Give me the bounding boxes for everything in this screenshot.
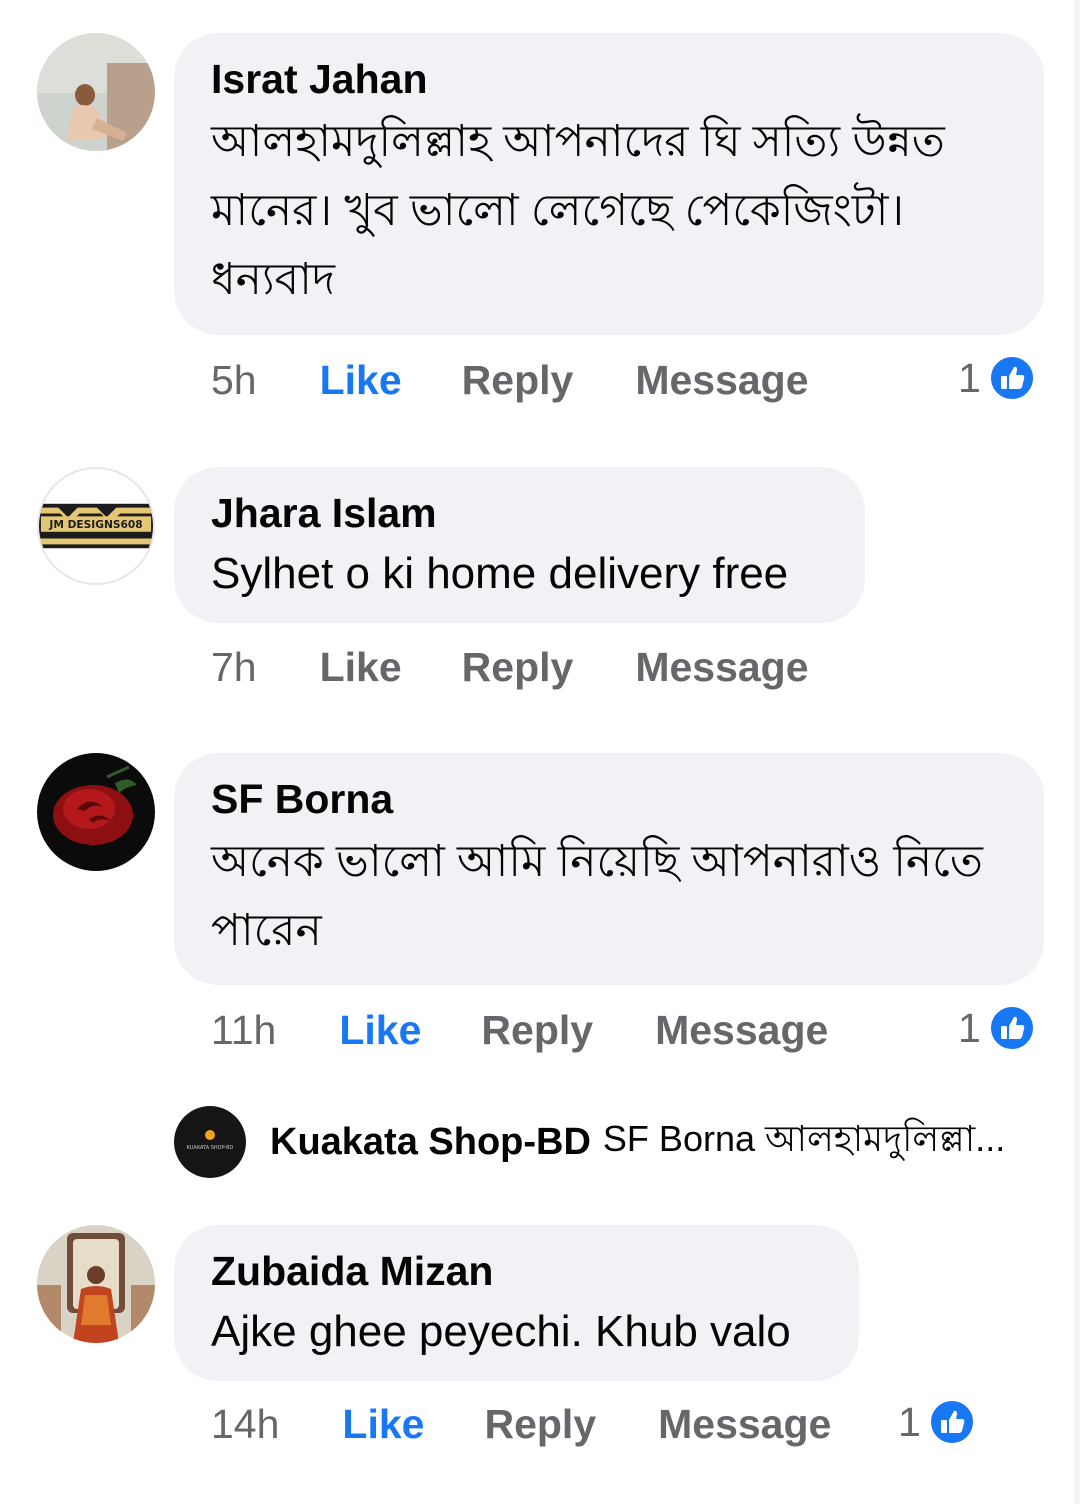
like-button[interactable]: Like [320,644,402,691]
profile-photo-avatar-icon [37,1225,155,1343]
reply-text: SF Borna আলহামদুলিল্লা... [602,1118,1006,1159]
reply-preview[interactable]: KUAKATA SHOP-BD Kuakata Shop-BD SF Borna… [174,1106,1005,1178]
reply-author[interactable]: Kuakata Shop-BD [270,1121,591,1164]
comment-text: আলহামদুলিল্লাহ আপনাদের ঘি সত্যি উন্নত মা… [211,117,945,304]
reaction-summary[interactable]: 1 [958,352,1035,404]
like-button[interactable]: Like [339,1007,421,1054]
reply-button[interactable]: Reply [462,644,574,691]
comment-author[interactable]: Zubaida Mizan [211,1245,823,1297]
comment-text: Sylhet o ki home delivery free [211,549,789,598]
reaction-count: 1 [958,354,981,401]
comment-actions: 11h Like Reply Message [211,1004,828,1056]
jm-designs-logo-avatar-icon: JM DESIGNS608 [39,469,153,583]
thumbs-up-icon [988,1005,1035,1051]
thumbs-up-icon [988,355,1035,401]
scrollbar-track[interactable] [1074,0,1080,1504]
comment-author[interactable]: SF Borna [211,773,1008,825]
thumbs-up-icon [928,1399,975,1445]
like-button[interactable]: Like [320,357,402,404]
comment-timestamp[interactable]: 11h [211,1007,276,1054]
message-button[interactable]: Message [658,1401,831,1448]
comment-actions: 7h Like Reply Message [211,641,809,693]
reaction-count: 1 [958,1004,981,1051]
comment-author[interactable]: Israt Jahan [211,53,1008,105]
kuakata-shop-logo-avatar-icon: KUAKATA SHOP-BD [174,1106,246,1178]
reaction-summary[interactable]: 1 [958,1002,1035,1054]
comment-actions: 5h Like Reply Message [211,354,809,406]
avatar[interactable] [37,1225,155,1343]
comment-text: অনেক ভালো আমি নিয়েছি আপনারাও নিতে পারেন [211,837,983,955]
logo-text: JM DESIGNS608 [48,518,142,531]
comment-timestamp[interactable]: 14h [211,1401,279,1448]
message-button[interactable]: Message [635,357,808,404]
reply-button[interactable]: Reply [481,1007,593,1054]
avatar[interactable]: KUAKATA SHOP-BD [174,1106,246,1178]
like-button[interactable]: Like [342,1401,424,1448]
comment-bubble: Israt Jahan আলহামদুলিল্লাহ আপনাদের ঘি সত… [174,33,1044,335]
reply-button[interactable]: Reply [462,357,574,404]
comment-author[interactable]: Jhara Islam [211,487,829,539]
comment-timestamp[interactable]: 5h [211,357,257,404]
red-rose-avatar-icon [37,753,155,871]
profile-photo-avatar-icon [37,33,155,151]
comment-text: Ajke ghee peyechi. Khub valo [211,1307,791,1356]
reply-button[interactable]: Reply [484,1401,596,1448]
comment-timestamp[interactable]: 7h [211,644,257,691]
reaction-summary[interactable]: 1 [898,1396,975,1448]
message-button[interactable]: Message [655,1007,828,1054]
comment-bubble: Zubaida Mizan Ajke ghee peyechi. Khub va… [174,1225,859,1381]
reaction-count: 1 [898,1398,921,1445]
logo-text: KUAKATA SHOP-BD [187,1145,234,1151]
comment-actions: 14h Like Reply Message [211,1398,831,1450]
message-button[interactable]: Message [635,644,808,691]
avatar[interactable]: JM DESIGNS608 [37,467,155,585]
comment-bubble: Jhara Islam Sylhet o ki home delivery fr… [174,467,865,623]
avatar[interactable] [37,753,155,871]
comment-bubble: SF Borna অনেক ভালো আমি নিয়েছি আপনারাও ন… [174,753,1044,985]
avatar[interactable] [37,33,155,151]
